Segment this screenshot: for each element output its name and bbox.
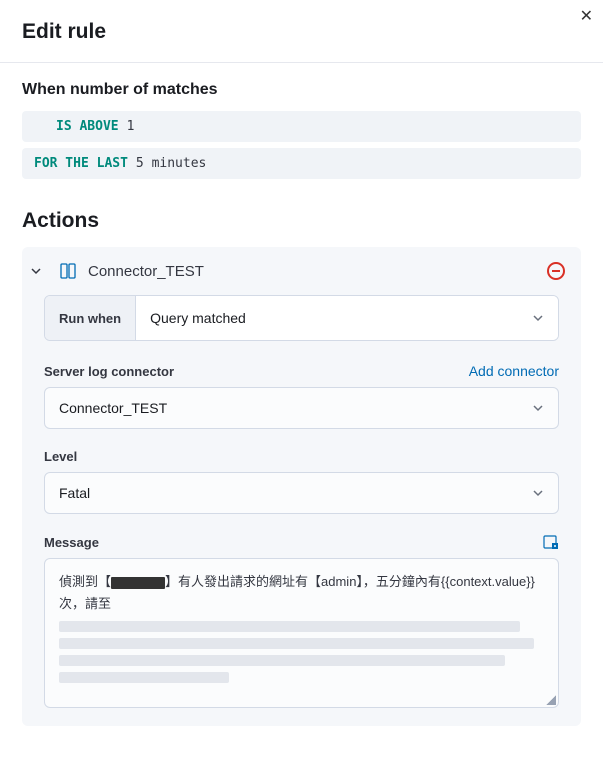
keyword-is-above: IS ABOVE	[56, 119, 119, 134]
connector-field-label: Server log connector	[44, 364, 174, 379]
close-icon[interactable]: ✕	[580, 6, 593, 26]
chevron-down-icon[interactable]	[30, 265, 48, 277]
redacted-line	[59, 621, 520, 632]
condition-row-window[interactable]: FOR THE LAST 5 minutes	[22, 148, 581, 179]
action-panel: Connector_TEST Run when Query matched Se…	[22, 247, 581, 726]
redacted-line	[59, 655, 505, 666]
chevron-down-icon	[532, 312, 544, 324]
connector-value: Connector_TEST	[59, 400, 167, 416]
level-value: Fatal	[59, 485, 90, 501]
chevron-down-icon	[532, 487, 544, 499]
condition-row-above[interactable]: IS ABOVE 1	[22, 111, 581, 142]
action-title: Connector_TEST	[88, 263, 537, 280]
condition-heading: When number of matches	[22, 81, 581, 99]
message-textarea[interactable]: 偵測到【】有人發出請求的網址有【admin】，五分鐘內有{{context.va…	[44, 558, 559, 708]
level-select[interactable]: Fatal	[44, 472, 559, 514]
run-when-value: Query matched	[150, 310, 246, 326]
redacted-line	[59, 672, 229, 683]
message-text-prefix: 偵測到【	[59, 574, 111, 589]
keyword-for-last: FOR THE LAST	[34, 156, 128, 171]
window-value: 5 minutes	[136, 156, 206, 171]
level-field-label: Level	[44, 449, 77, 464]
page-title: Edit rule	[22, 20, 581, 44]
redacted-line	[59, 638, 534, 649]
add-connector-link[interactable]: Add connector	[469, 363, 559, 379]
resize-handle[interactable]	[546, 695, 556, 705]
run-when-label: Run when	[45, 296, 136, 340]
run-when-select[interactable]: Query matched	[136, 296, 558, 340]
redacted-text	[111, 577, 165, 589]
threshold-value: 1	[127, 119, 135, 134]
add-variable-icon[interactable]	[543, 534, 559, 550]
connector-select[interactable]: Connector_TEST	[44, 387, 559, 429]
run-when-row: Run when Query matched	[44, 295, 559, 341]
actions-heading: Actions	[22, 209, 581, 233]
remove-action-icon[interactable]	[547, 262, 565, 280]
connector-icon	[58, 261, 78, 281]
message-field-label: Message	[44, 535, 99, 550]
chevron-down-icon	[532, 402, 544, 414]
